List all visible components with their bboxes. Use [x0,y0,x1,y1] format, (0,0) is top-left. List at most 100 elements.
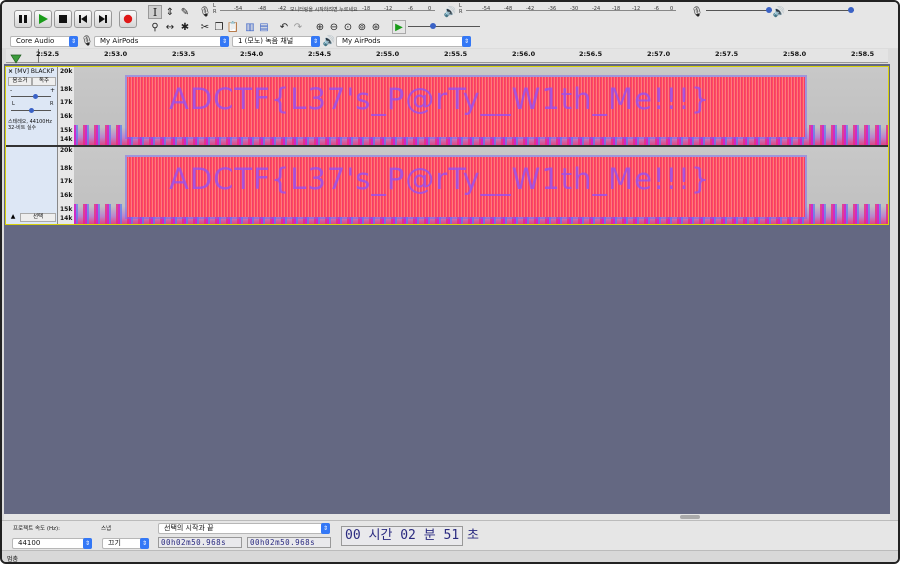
pan-left-label: L [12,101,15,107]
ruler-label: 2:55.0 [376,50,400,58]
skip-end-icon [99,15,107,23]
pause-icon [19,15,27,23]
timeline-options-button[interactable] [10,50,22,64]
ruler-label: 2:53.0 [104,50,128,58]
play-meter-tick: -30 [570,6,579,12]
spectrogram-hidden-text: ADCTF{L37's_P@rTy__W1th_Me!!!} [169,162,711,196]
mute-button[interactable]: 음소거 [8,77,32,86]
skip-to-end-button[interactable] [94,10,112,28]
recording-volume-icon-wrap: 🎙 [690,5,704,19]
zoom-out-icon: ⊖ [329,21,339,33]
undo-button[interactable]: ↶ [277,20,291,34]
spectrogram-channel-right[interactable]: ADCTF{L37's_P@rTy__W1th_Me!!!} [74,147,888,224]
collapse-triangle-icon: ▲ [10,213,16,220]
fit-project-button[interactable]: ⊚ [355,20,369,34]
collapse-track-button[interactable]: ▲ [7,213,19,222]
spectrogram-message-band: ADCTF{L37's_P@rTy__W1th_Me!!!} [127,77,805,137]
play-meter-tick: -6 [654,6,659,12]
cut-button[interactable]: ✂ [198,20,212,34]
selection-mode-select[interactable]: 선택의 시작과 끝 ⇕ [158,523,330,534]
zoom-toggle-button[interactable]: ⊛ [369,20,383,34]
close-track-icon[interactable]: × [8,68,13,75]
redo-icon: ↷ [293,21,303,33]
recording-device-select[interactable]: My AirPods ⇕ [94,36,229,47]
axis-label: 17k [60,178,73,185]
fit-selection-button[interactable]: ⊙ [341,20,355,34]
envelope-tool[interactable]: ⇕ [163,5,177,19]
selection-tool[interactable]: I [148,5,162,19]
play-at-speed-icon: ▶ [395,21,403,33]
paste-icon: 📋 [226,21,240,33]
playback-device-select[interactable]: My AirPods ⇕ [336,36,471,47]
play-button[interactable] [34,10,52,28]
play-speed-slider[interactable] [408,22,480,32]
play-meter-tick: -54 [482,6,491,12]
selection-start-time[interactable]: 00h02m50.968s [158,537,242,548]
mute-label: 음소거 [12,78,28,84]
zoom-tool[interactable]: ⚲ [148,20,162,34]
zoom-in-button[interactable]: ⊕ [313,20,327,34]
frequency-axis-right[interactable]: 20k 18k 17k 16k 15k 14k [58,147,74,224]
snap-value: 끄기 [108,539,121,547]
ruler-label: 2:52.5 [36,50,60,58]
meter-r-label: R [213,9,217,15]
silence-button[interactable]: ▤ [257,20,271,34]
play-meter-tick: -48 [504,6,513,12]
pan-right-label: R [50,101,54,107]
solo-button[interactable]: 독주 [32,77,56,86]
time-shift-icon: ↔ [165,21,175,33]
axis-label: 16k [60,113,73,120]
status-text: 멈춤 [7,556,19,563]
track-name[interactable]: [MV] BLACKP [15,68,54,75]
time-shift-tool[interactable]: ↔ [163,20,177,34]
stop-button[interactable] [54,10,72,28]
playback-meter[interactable]: -54 -48 -42 -36 -30 -24 -18 -12 -6 0 [466,5,676,17]
audio-host-select[interactable]: Core Audio ⇕ [10,36,78,47]
recording-channels-select[interactable]: 1 (모노) 녹음 채널 ⇕ [232,36,320,47]
skip-start-icon [79,15,87,23]
copy-button[interactable]: ❐ [212,20,226,34]
record-button[interactable] [119,10,137,28]
axis-label: 16k [60,192,73,199]
scrollbar-thumb[interactable] [680,515,700,519]
audio-position-display[interactable]: 00 시간 02 분 51 초 [341,526,479,546]
record-meter[interactable]: -54 -48 -42 모니터링을 시작하려면 누르세요 -18 -12 -6 … [220,5,435,17]
play-at-speed-button[interactable]: ▶ [392,20,406,34]
pause-button[interactable] [14,10,32,28]
draw-tool[interactable]: ✎ [178,5,192,19]
meter-r-label: R [459,9,463,15]
undo-icon: ↶ [279,21,289,33]
playback-volume-slider[interactable] [788,7,854,15]
record-meter-tick: -18 [362,6,371,12]
timeline-ruler[interactable]: 2:52.5 2:53.0 2:53.5 2:54.0 2:54.5 2:55.… [6,49,888,64]
skip-to-start-button[interactable] [74,10,92,28]
trim-button[interactable]: ▥ [243,20,257,34]
project-rate-select[interactable]: 44100 ⇕ [12,538,92,549]
play-meter-speaker[interactable]: 🔊 [443,5,457,19]
dropdown-arrow-icon: ⇕ [140,538,149,549]
microphone-icon: 🎙 [690,6,704,18]
multi-tool[interactable]: ✱ [178,20,192,34]
snap-label: 스냅 [101,526,112,532]
playback-device-value: My AirPods [342,37,381,45]
frequency-axis-left[interactable]: 20k 18k 17k 16k 15k 14k [58,67,74,145]
ruler-label: 2:57.5 [715,50,739,58]
redo-button[interactable]: ↷ [291,20,305,34]
spectrogram-channel-left[interactable]: ADCTF{L37's_P@rTy__W1th_Me!!!} [74,67,888,145]
snap-select[interactable]: 끄기 ⇕ [102,538,149,549]
dropdown-arrow-icon: ⇕ [311,36,320,47]
track-select-label: 선택 [32,214,44,220]
dropdown-arrow-icon: ⇕ [83,538,92,549]
axis-label: 15k [60,206,73,213]
record-meter-mic[interactable]: 🎙 [198,5,212,19]
record-device-icon-wrap: 🎙 [80,34,94,48]
zoom-out-button[interactable]: ⊖ [327,20,341,34]
trim-icon: ▥ [245,21,255,33]
selection-end-time[interactable]: 00h02m50.968s [247,537,331,548]
gain-slider[interactable] [11,94,51,100]
recording-volume-slider[interactable] [706,7,772,15]
pan-slider[interactable] [11,108,51,114]
record-meter-tick: -6 [408,6,413,12]
track-select-button[interactable]: 선택 [20,213,56,222]
paste-button[interactable]: 📋 [226,20,240,34]
